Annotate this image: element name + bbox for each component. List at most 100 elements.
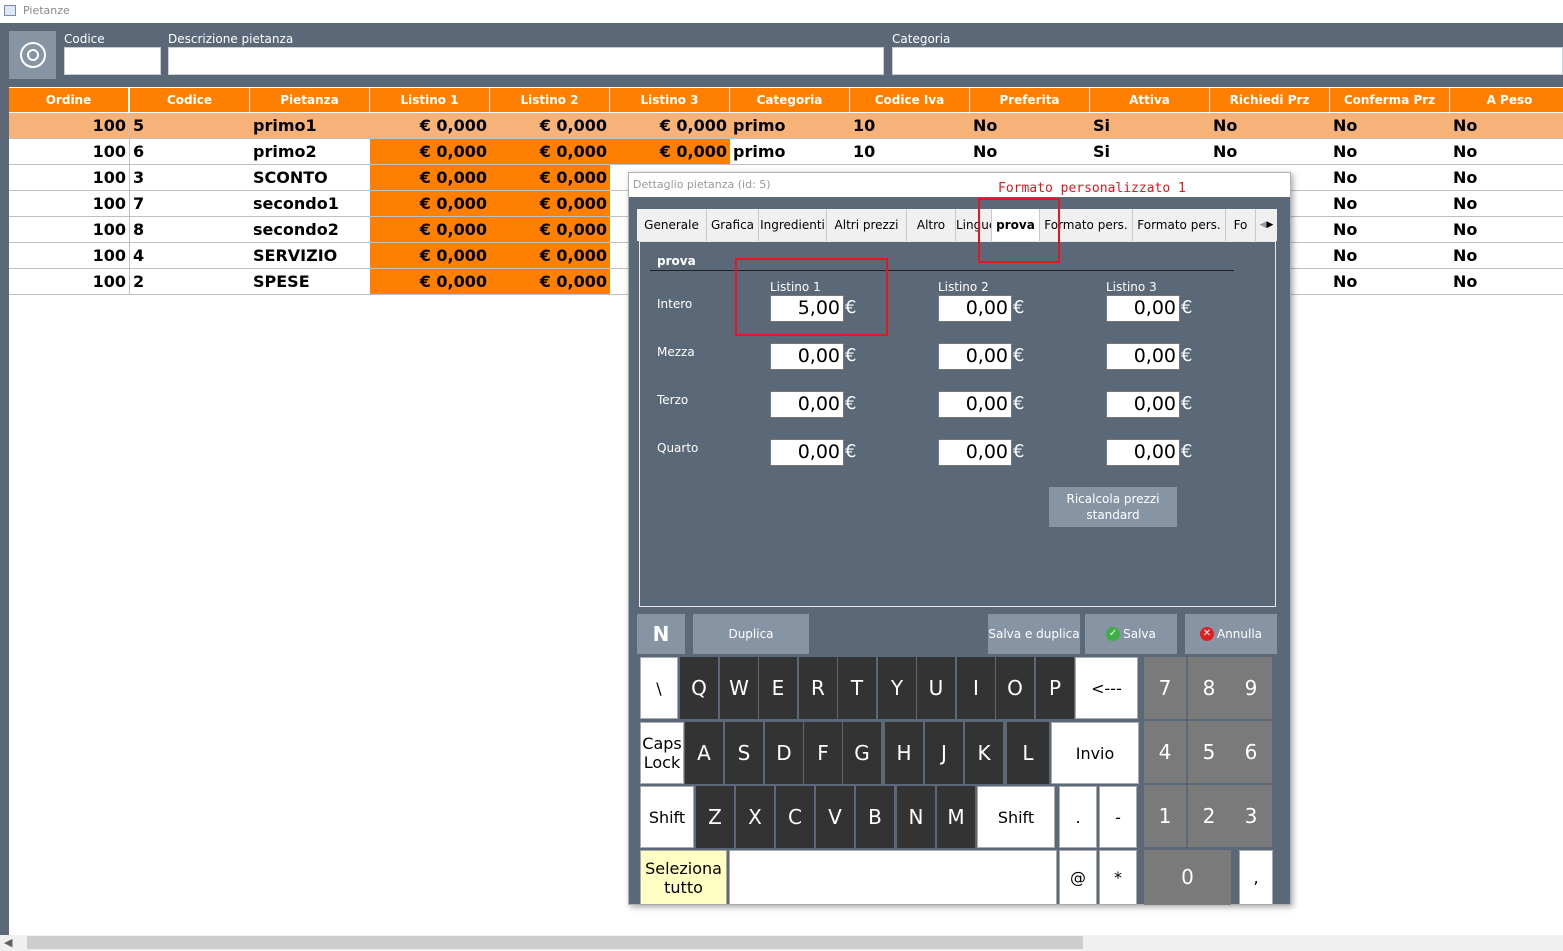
table-cell[interactable]: 100 bbox=[9, 113, 130, 139]
table-cell[interactable]: No bbox=[970, 113, 1091, 139]
key-p[interactable]: P bbox=[1036, 657, 1074, 719]
shift-key[interactable]: Shift bbox=[640, 786, 694, 848]
numpad-7[interactable]: 7 bbox=[1144, 657, 1186, 719]
column-header[interactable]: Pietanza bbox=[250, 88, 370, 112]
table-cell[interactable]: 10 bbox=[850, 139, 971, 165]
key-x[interactable]: X bbox=[736, 786, 774, 848]
numpad-9[interactable]: 9 bbox=[1230, 657, 1272, 719]
column-header[interactable]: Conferma Prz bbox=[1330, 88, 1450, 112]
table-cell[interactable]: 8 bbox=[130, 217, 251, 243]
seleziona-tutto-key[interactable]: Seleziona tutto bbox=[640, 850, 727, 905]
table-cell[interactable]: Si bbox=[1090, 139, 1211, 165]
table-cell[interactable]: 2 bbox=[130, 269, 251, 295]
key-s[interactable]: S bbox=[725, 722, 763, 784]
table-cell[interactable]: SPESE bbox=[250, 269, 371, 295]
caps-lock-key[interactable]: Caps Lock bbox=[640, 722, 684, 784]
table-cell[interactable]: No bbox=[1450, 243, 1563, 269]
table-cell[interactable]: secondo2 bbox=[250, 217, 371, 243]
spacebar-key[interactable] bbox=[729, 850, 1057, 905]
backspace-key[interactable]: <--- bbox=[1075, 657, 1138, 719]
table-cell[interactable]: 6 bbox=[130, 139, 251, 165]
table-cell[interactable]: primo2 bbox=[250, 139, 371, 165]
column-header[interactable]: Listino 2 bbox=[490, 88, 610, 112]
table-cell[interactable]: 100 bbox=[9, 217, 130, 243]
shift-key[interactable]: Shift bbox=[977, 786, 1055, 848]
scroll-left-icon[interactable]: ◀ bbox=[4, 936, 12, 949]
table-cell[interactable]: Si bbox=[1090, 113, 1211, 139]
key-j[interactable]: J bbox=[925, 722, 963, 784]
table-cell[interactable]: € 0,000 bbox=[610, 139, 731, 165]
numpad-5[interactable]: 5 bbox=[1188, 721, 1230, 783]
column-header[interactable]: Codice bbox=[130, 88, 250, 112]
key-h[interactable]: H bbox=[885, 722, 923, 784]
table-cell[interactable]: No bbox=[1450, 191, 1563, 217]
table-cell[interactable]: € 0,000 bbox=[490, 217, 611, 243]
key-w[interactable]: W bbox=[720, 657, 758, 719]
table-cell[interactable]: 4 bbox=[130, 243, 251, 269]
table-cell[interactable]: No bbox=[1450, 139, 1563, 165]
power-button[interactable] bbox=[9, 31, 56, 79]
key-y[interactable]: Y bbox=[878, 657, 916, 719]
table-cell[interactable]: 100 bbox=[9, 139, 130, 165]
key-z[interactable]: Z bbox=[696, 786, 734, 848]
key-n[interactable]: N bbox=[897, 786, 935, 848]
table-cell[interactable]: € 0,000 bbox=[370, 191, 491, 217]
key-o[interactable]: O bbox=[996, 657, 1034, 719]
categoria-input[interactable] bbox=[892, 47, 1563, 75]
table-cell[interactable]: 100 bbox=[9, 243, 130, 269]
table-cell[interactable]: No bbox=[1330, 165, 1451, 191]
table-cell[interactable]: € 0,000 bbox=[370, 243, 491, 269]
numpad-6[interactable]: 6 bbox=[1230, 721, 1272, 783]
column-header[interactable]: Listino 1 bbox=[370, 88, 490, 112]
column-header[interactable]: Categoria bbox=[730, 88, 850, 112]
table-cell[interactable]: No bbox=[1330, 191, 1451, 217]
key-f[interactable]: F bbox=[804, 722, 842, 784]
key-d[interactable]: D bbox=[765, 722, 803, 784]
table-cell[interactable]: No bbox=[1450, 165, 1563, 191]
column-header[interactable]: Listino 3 bbox=[610, 88, 730, 112]
table-cell[interactable]: No bbox=[1330, 269, 1451, 295]
key-r[interactable]: R bbox=[799, 657, 837, 719]
table-cell[interactable]: 100 bbox=[9, 165, 130, 191]
column-header[interactable]: Richiedi Prz bbox=[1210, 88, 1330, 112]
table-cell[interactable]: No bbox=[1210, 139, 1331, 165]
key-k[interactable]: K bbox=[965, 722, 1003, 784]
table-cell[interactable]: primo bbox=[730, 139, 851, 165]
scrollbar-thumb[interactable] bbox=[27, 936, 1083, 949]
table-cell[interactable]: No bbox=[1450, 217, 1563, 243]
table-cell[interactable]: No bbox=[1450, 113, 1563, 139]
table-cell[interactable]: € 0,000 bbox=[370, 139, 491, 165]
column-header[interactable]: Preferita bbox=[970, 88, 1090, 112]
key-q[interactable]: Q bbox=[680, 657, 718, 719]
dash-key[interactable]: - bbox=[1099, 786, 1137, 848]
key-c[interactable]: C bbox=[776, 786, 814, 848]
key-m[interactable]: M bbox=[937, 786, 975, 848]
table-cell[interactable]: € 0,000 bbox=[490, 113, 611, 139]
table-cell[interactable]: secondo1 bbox=[250, 191, 371, 217]
table-cell[interactable]: No bbox=[1450, 269, 1563, 295]
table-cell[interactable]: 100 bbox=[9, 191, 130, 217]
column-header[interactable]: Codice Iva bbox=[850, 88, 970, 112]
key-u[interactable]: U bbox=[917, 657, 955, 719]
table-cell[interactable]: 3 bbox=[130, 165, 251, 191]
numpad-8[interactable]: 8 bbox=[1188, 657, 1230, 719]
table-cell[interactable]: No bbox=[1330, 113, 1451, 139]
table-cell[interactable]: € 0,000 bbox=[490, 269, 611, 295]
at-key[interactable]: @ bbox=[1059, 850, 1097, 905]
table-cell[interactable]: € 0,000 bbox=[370, 165, 491, 191]
period-key[interactable]: . bbox=[1059, 786, 1097, 848]
table-cell[interactable]: No bbox=[970, 139, 1091, 165]
column-header[interactable]: Ordine bbox=[9, 88, 129, 112]
table-cell[interactable]: € 0,000 bbox=[370, 217, 491, 243]
table-cell[interactable]: SCONTO bbox=[250, 165, 371, 191]
table-cell[interactable]: € 0,000 bbox=[610, 113, 731, 139]
column-header[interactable]: A Peso bbox=[1450, 88, 1563, 112]
key-l[interactable]: L bbox=[1007, 722, 1049, 784]
table-cell[interactable]: primo bbox=[730, 113, 851, 139]
table-cell[interactable]: € 0,000 bbox=[490, 165, 611, 191]
table-cell[interactable]: primo1 bbox=[250, 113, 371, 139]
table-cell[interactable]: € 0,000 bbox=[490, 191, 611, 217]
column-header[interactable]: Attiva bbox=[1090, 88, 1210, 112]
table-cell[interactable]: SERVIZIO bbox=[250, 243, 371, 269]
key-a[interactable]: A bbox=[685, 722, 723, 784]
